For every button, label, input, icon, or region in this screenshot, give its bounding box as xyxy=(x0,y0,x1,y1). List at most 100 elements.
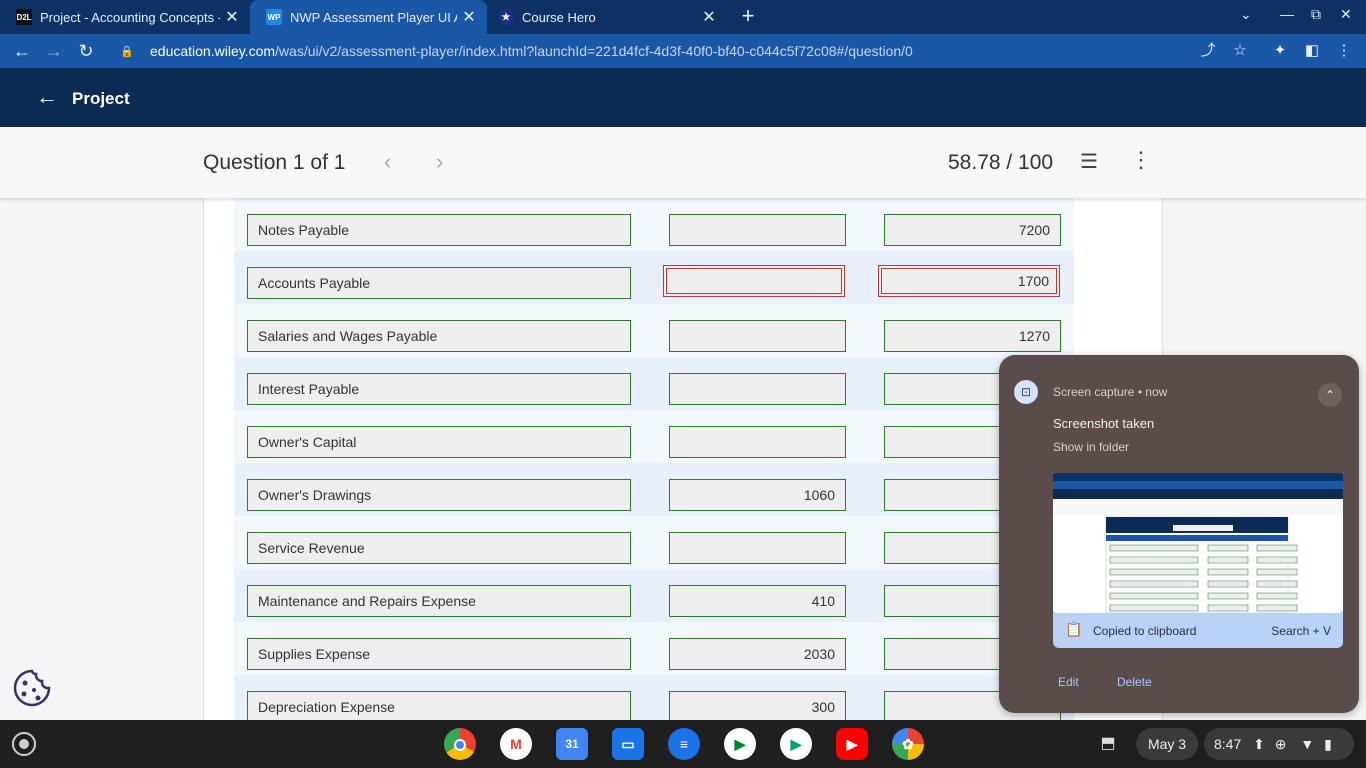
back-arrow-icon[interactable]: ← xyxy=(10,39,34,63)
show-in-folder-link[interactable]: Show in folder xyxy=(1053,440,1129,454)
bookmark-star-icon[interactable]: ☆ xyxy=(1228,39,1252,63)
notification-time: now xyxy=(1145,385,1168,399)
wp-favicon-icon: WP xyxy=(266,9,282,25)
account-name-field[interactable]: Depreciation Expense xyxy=(247,691,631,720)
d2l-favicon-icon: D2L xyxy=(16,9,32,25)
extensions-puzzle-icon[interactable]: ✦ xyxy=(1268,39,1292,63)
restore-icon[interactable]: ⧉ xyxy=(1311,6,1321,23)
question-label: Question 1 of 1 xyxy=(203,151,346,174)
account-name-field[interactable]: Owner's Capital xyxy=(247,426,631,458)
screenshot-thumbnail[interactable] xyxy=(1053,473,1343,613)
messages-icon[interactable]: ≡ xyxy=(668,728,700,760)
debit-input[interactable]: 2030 xyxy=(669,638,846,670)
screen-capture-icon: ⊡ xyxy=(1014,380,1038,404)
status-tray[interactable]: 8:47 ⬆ ⊕ ▼ ▮ xyxy=(1204,728,1354,760)
collapse-chevron-up-icon[interactable]: ⌃ xyxy=(1318,383,1342,407)
tab-title: Project - Accounting Concepts - xyxy=(40,9,220,25)
debit-input[interactable]: 300 xyxy=(669,691,846,720)
tab-title: Course Hero xyxy=(522,9,596,25)
account-name-field[interactable]: Notes Payable xyxy=(247,214,631,246)
more-options-icon[interactable]: ⋮ xyxy=(1130,147,1152,173)
account-name-field[interactable]: Salaries and Wages Payable xyxy=(247,320,631,352)
account-name-field[interactable]: Maintenance and Repairs Expense xyxy=(247,585,631,617)
account-name-field[interactable]: Service Revenue xyxy=(247,532,631,564)
tab-d2l[interactable]: D2L Project - Accounting Concepts - ✕ xyxy=(0,0,250,34)
page-title: Project xyxy=(72,89,130,108)
account-name-field[interactable]: Supplies Expense xyxy=(247,638,631,670)
account-name-field[interactable]: Accounts Payable xyxy=(247,267,631,299)
notification-heading: Screenshot taken xyxy=(1053,416,1155,431)
reload-icon[interactable]: ↻ xyxy=(74,39,98,63)
delete-button[interactable]: Delete xyxy=(1117,675,1152,689)
date-pill[interactable]: May 3 xyxy=(1136,728,1198,760)
score-display: 58.78 / 100 xyxy=(948,151,1054,174)
chrome-icon[interactable] xyxy=(444,728,476,760)
close-tab-icon[interactable]: ✕ xyxy=(697,7,721,27)
account-name-field[interactable]: Owner's Drawings xyxy=(247,479,631,511)
calendar-icon[interactable]: 31 xyxy=(556,728,588,760)
account-name-field[interactable]: Interest Payable xyxy=(247,373,631,405)
question-list-icon[interactable]: ☰ xyxy=(1080,149,1098,174)
tab-title: NWP Assessment Player UI App xyxy=(290,9,457,25)
table-row: Owner's Drawings 1060 xyxy=(234,463,1074,516)
lock-icon: 🔒 xyxy=(120,45,134,58)
debit-input[interactable] xyxy=(669,373,846,405)
table-row: Owner's Capital xyxy=(234,410,1074,463)
tab-course-hero[interactable]: ★ Course Hero ✕ xyxy=(482,0,727,34)
next-question-chevron-icon[interactable]: › xyxy=(436,149,443,175)
credit-input[interactable]: 1270 xyxy=(884,320,1061,352)
clock-time: 8:47 xyxy=(1214,736,1242,752)
photos-icon[interactable]: ✿ xyxy=(892,728,924,760)
course-hero-favicon-icon: ★ xyxy=(498,9,514,25)
debit-input[interactable]: 1060 xyxy=(669,479,846,511)
credit-input[interactable]: 7200 xyxy=(884,214,1061,246)
system-shelf: M 31 ▭ ≡ ▶ ▶ ▶ ✿ ⬒ May 3 8:47 ⬆ ⊕ ▼ ▮ xyxy=(0,720,1366,768)
table-row: Supplies Expense 2030 xyxy=(234,622,1074,675)
question-bar: Question 1 of 1 ‹ › 58.78 / 100 ☰ ⋮ xyxy=(0,127,1366,198)
share-icon[interactable]: ⤴ xyxy=(1196,39,1220,63)
url-path: /was/ui/v2/assessment-player/index.html?… xyxy=(275,43,913,59)
table-row: Interest Payable xyxy=(234,357,1074,410)
tab-nwp-assessment[interactable]: WP NWP Assessment Player UI App ✕ xyxy=(250,0,487,34)
close-tab-icon[interactable]: ✕ xyxy=(457,7,481,27)
debit-input[interactable] xyxy=(669,532,846,564)
upload-status-icon: ⬆ xyxy=(1253,736,1265,752)
previous-question-chevron-icon[interactable]: ‹ xyxy=(384,149,391,175)
new-tab-icon[interactable]: + xyxy=(735,4,761,30)
table-row: Accounts Payable 1700 xyxy=(234,251,1074,304)
browser-toolbar: ← → ↻ 🔒 education.wiley.com/was/ui/v2/as… xyxy=(0,34,1366,68)
youtube-icon[interactable]: ▶ xyxy=(836,728,868,760)
cookie-settings-icon[interactable] xyxy=(12,668,52,708)
paste-shortcut-label: Search + V xyxy=(1271,624,1331,638)
play-store-icon[interactable]: ▶ xyxy=(780,728,812,760)
debit-input[interactable] xyxy=(669,320,846,352)
table-row: Service Revenue xyxy=(234,516,1074,569)
add-circle-icon: ⊕ xyxy=(1274,736,1287,752)
debit-input[interactable] xyxy=(669,426,846,458)
meet-icon[interactable]: ▶ xyxy=(724,728,756,760)
close-tab-icon[interactable]: ✕ xyxy=(220,7,244,27)
debit-input[interactable] xyxy=(669,214,846,246)
forward-arrow-icon[interactable]: → xyxy=(42,39,66,63)
side-panel-icon[interactable]: ◧ xyxy=(1300,39,1324,63)
edit-button[interactable]: Edit xyxy=(1058,675,1079,689)
credit-input[interactable]: 1700 xyxy=(878,265,1060,297)
table-row: Depreciation Expense 300 xyxy=(234,675,1074,720)
launcher-icon[interactable] xyxy=(12,732,36,756)
browser-menu-icon[interactable]: ⋮ xyxy=(1332,39,1356,63)
gmail-icon[interactable]: M xyxy=(500,728,532,760)
debit-input[interactable] xyxy=(663,265,845,297)
table-row: Salaries and Wages Payable 1270 xyxy=(234,304,1074,357)
minimize-icon[interactable]: — xyxy=(1280,6,1294,22)
files-icon[interactable]: ▭ xyxy=(612,728,644,760)
tote-holding-space-icon[interactable]: ⬒ xyxy=(1094,730,1122,758)
debit-input[interactable]: 410 xyxy=(669,585,846,617)
clipboard-icon: 📋 xyxy=(1065,621,1083,637)
battery-icon: ▮ xyxy=(1324,736,1332,752)
address-bar[interactable]: 🔒 education.wiley.com/was/ui/v2/assessme… xyxy=(108,37,1258,65)
close-window-icon[interactable]: ✕ xyxy=(1340,6,1352,23)
tab-search-chevron-icon[interactable]: ⌄ xyxy=(1240,6,1252,23)
back-arrow-icon[interactable]: ← xyxy=(36,84,58,110)
table-row: Maintenance and Repairs Expense 410 xyxy=(234,569,1074,622)
screenshot-notification: ⊡ Screen capture • now ⌃ Screenshot take… xyxy=(999,355,1359,713)
